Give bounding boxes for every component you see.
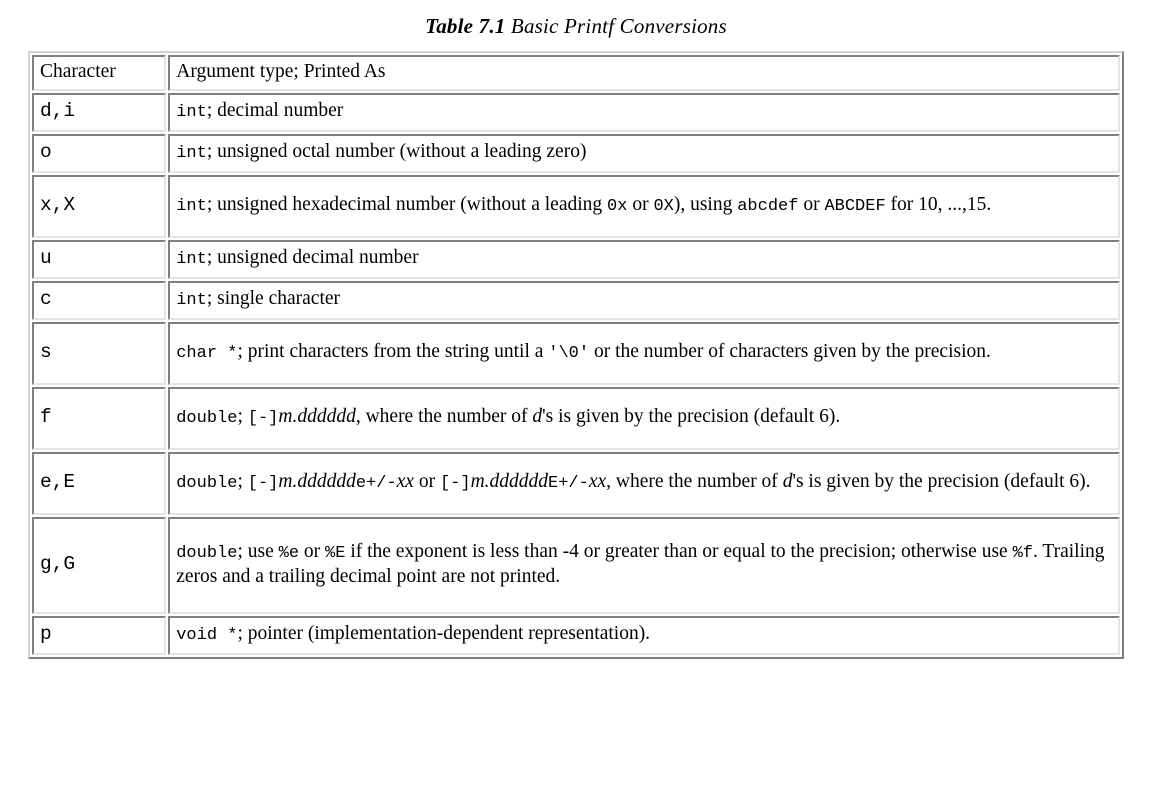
description-fragment-mono: [-] xyxy=(247,474,279,494)
description-fragment-italic: d xyxy=(782,471,793,493)
description-fragment-italic: m.dddddd xyxy=(278,406,356,428)
table-row: u int; unsigned decimal number xyxy=(32,239,1120,279)
description-fragment-serif: ; use xyxy=(237,541,279,562)
description-fragment-mono: e+/- xyxy=(355,474,397,494)
conversion-character-cell: o xyxy=(32,133,167,173)
conversion-character-cell: u xyxy=(32,239,167,279)
conversion-character-cell: s xyxy=(32,321,167,385)
description-fragment-serif: or xyxy=(798,194,825,216)
description-fragment-mono: '\0' xyxy=(548,344,590,364)
conversion-description-cell: int; unsigned decimal number xyxy=(168,239,1120,279)
description-fragment-mono: ABCDEF xyxy=(824,197,886,217)
description-fragment-serif: or xyxy=(413,471,440,493)
description-fragment-serif: ; unsigned decimal number xyxy=(206,247,419,269)
description-fragment-mono: double xyxy=(176,474,238,494)
description-fragment-serif: or xyxy=(299,541,326,562)
table-row: o int; unsigned octal number (without a l… xyxy=(32,133,1120,173)
table-container: Character Argument type; Printed As d,i i… xyxy=(28,51,1124,659)
description-fragment-mono: double xyxy=(176,544,238,563)
table-row: s char *; print characters from the strin… xyxy=(32,321,1120,385)
description-fragment-mono: int xyxy=(176,144,207,164)
description-fragment-serif: ), using xyxy=(673,194,738,216)
description-fragment-mono: int xyxy=(176,197,207,217)
description-fragment-italic: d xyxy=(532,406,543,428)
table-row: f double; [-]m.dddddd, where the number o… xyxy=(32,386,1120,450)
document-page: Table 7.1 Basic Printf Conversions Chara… xyxy=(0,0,1152,788)
table-header-row: Character Argument type; Printed As xyxy=(32,55,1120,91)
conversion-description-cell: void *; pointer (implementation-dependen… xyxy=(168,615,1120,655)
description-fragment-mono: double xyxy=(176,409,238,429)
description-fragment-serif: or xyxy=(627,194,654,216)
conversion-character-cell: g,G xyxy=(32,516,167,614)
table-caption-text: Basic Printf Conversions xyxy=(510,14,727,38)
conversion-character-cell: d,i xyxy=(32,92,167,132)
conversion-description-cell: int; single character xyxy=(168,280,1120,320)
description-fragment-italic: m.dddddd xyxy=(470,471,549,493)
table-row: g,G double; use %e or %E if the exponent … xyxy=(32,516,1120,614)
table-header: Character Argument type; Printed As xyxy=(32,55,1120,91)
conversion-character-cell: e,E xyxy=(32,451,167,515)
conversion-character-cell: f xyxy=(32,386,167,450)
description-fragment-mono: E+/- xyxy=(548,474,589,494)
printf-conversions-table: Character Argument type; Printed As d,i i… xyxy=(28,51,1124,659)
description-fragment-mono: [-] xyxy=(439,474,471,494)
conversion-description-cell: char *; print characters from the string… xyxy=(168,321,1120,385)
description-fragment-italic: xx xyxy=(396,471,414,493)
table-row: x,X int; unsigned hexadecimal number (wit… xyxy=(32,174,1120,238)
description-fragment-mono: abcdef xyxy=(737,197,799,217)
description-fragment-mono: char * xyxy=(176,344,238,364)
description-fragment-mono: int xyxy=(176,291,207,311)
conversion-description-cell: double; [-]m.dddddde+/-xx or [-]m.dddddd… xyxy=(168,451,1120,515)
description-fragment-serif: , where the number of xyxy=(606,471,783,493)
table-body: d,i int; decimal number o int; unsigned oct… xyxy=(32,92,1120,655)
table-row: e,E double; [-]m.dddddde+/-xx or [-]m.ddd… xyxy=(32,451,1120,515)
description-fragment-mono: %E xyxy=(325,544,346,563)
column-header-character: Character xyxy=(32,55,167,91)
conversion-description-cell: double; [-]m.dddddd, where the number of… xyxy=(168,386,1120,450)
description-fragment-italic: xx xyxy=(588,471,607,493)
conversion-character-cell: c xyxy=(32,280,167,320)
description-fragment-serif: , where the number of xyxy=(355,406,533,428)
description-fragment-italic: m.dddddd xyxy=(278,471,356,493)
conversion-description-cell: int; unsigned hexadecimal number (withou… xyxy=(168,174,1120,238)
description-fragment-serif: if the exponent is less than -4 or great… xyxy=(345,541,1013,562)
description-fragment-serif: 's is given by the precision (default 6)… xyxy=(792,471,1091,493)
table-row: c int; single character xyxy=(32,280,1120,320)
description-fragment-serif: ; unsigned hexadecimal number (without a… xyxy=(206,194,608,216)
conversion-description-cell: int; decimal number xyxy=(168,92,1120,132)
table-row: p void *; pointer (implementation-depende… xyxy=(32,615,1120,655)
description-fragment-serif: ; xyxy=(237,406,248,428)
description-fragment-mono: 0x xyxy=(607,197,628,217)
description-fragment-serif: for 10, ...,15. xyxy=(885,194,992,216)
description-fragment-serif: ; pointer (implementation-dependent repr… xyxy=(237,623,651,645)
table-caption-number: Table 7.1 xyxy=(425,14,506,38)
column-header-description: Argument type; Printed As xyxy=(168,55,1120,91)
conversion-description-cell: double; use %e or %E if the exponent is … xyxy=(168,516,1120,614)
description-fragment-mono: %e xyxy=(278,544,300,563)
description-fragment-serif: 's is given by the precision (default 6)… xyxy=(542,406,841,428)
description-fragment-serif: ; print characters from the string until… xyxy=(237,341,549,363)
description-fragment-mono: int xyxy=(176,250,207,270)
description-fragment-serif: ; unsigned octal number (without a leadi… xyxy=(206,141,587,163)
description-fragment-mono: int xyxy=(176,103,207,123)
conversion-description-cell: int; unsigned octal number (without a le… xyxy=(168,133,1120,173)
description-fragment-serif: ; decimal number xyxy=(206,100,344,122)
description-fragment-serif: or the number of characters given by the… xyxy=(589,341,991,363)
description-fragment-mono: void * xyxy=(176,626,238,646)
table-row: d,i int; decimal number xyxy=(32,92,1120,132)
description-fragment-serif: ; xyxy=(237,471,248,493)
conversion-character-cell: p xyxy=(32,615,167,655)
conversion-character-cell: x,X xyxy=(32,174,167,238)
description-fragment-mono: 0X xyxy=(653,197,674,217)
table-caption: Table 7.1 Basic Printf Conversions xyxy=(0,0,1152,51)
description-fragment-serif: ; single character xyxy=(206,288,341,310)
description-fragment-mono: %f xyxy=(1012,544,1033,563)
description-fragment-mono: [-] xyxy=(247,409,279,429)
